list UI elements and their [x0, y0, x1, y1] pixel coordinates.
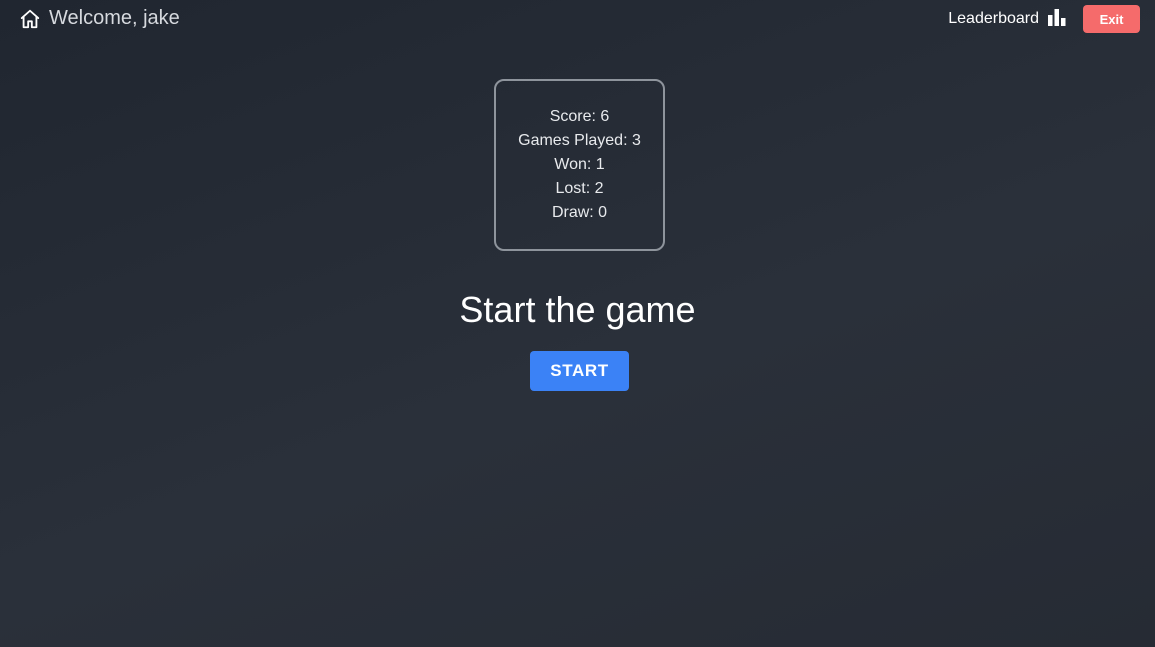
- exit-button[interactable]: Exit: [1083, 5, 1140, 33]
- won-stat: Won: 1: [554, 156, 605, 173]
- draw-stat: Draw: 0: [551, 204, 608, 221]
- home-icon[interactable]: [19, 8, 41, 30]
- lost-stat: Lost: 2: [555, 180, 604, 197]
- games-played-stat: Games Played: 3: [518, 132, 641, 149]
- home-link[interactable]: Welcome, jake: [19, 7, 180, 30]
- start-button[interactable]: START: [530, 351, 629, 391]
- leaderboard-label[interactable]: Leaderboard: [948, 10, 1039, 28]
- right-nav: Leaderboard Exit: [948, 5, 1140, 33]
- score-stat: Score: 6: [549, 108, 610, 125]
- leaderboard-link[interactable]: Leaderboard: [948, 8, 1067, 31]
- bar-chart-icon[interactable]: [1047, 8, 1067, 31]
- top-bar: Welcome, jake Leaderboard Exit: [0, 0, 1155, 40]
- start-title: Start the game: [459, 289, 696, 330]
- welcome-text: Welcome, jake: [49, 7, 180, 29]
- stats-card: Score: 6 Games Played: 3 Won: 1 Lost: 2 …: [494, 79, 665, 251]
